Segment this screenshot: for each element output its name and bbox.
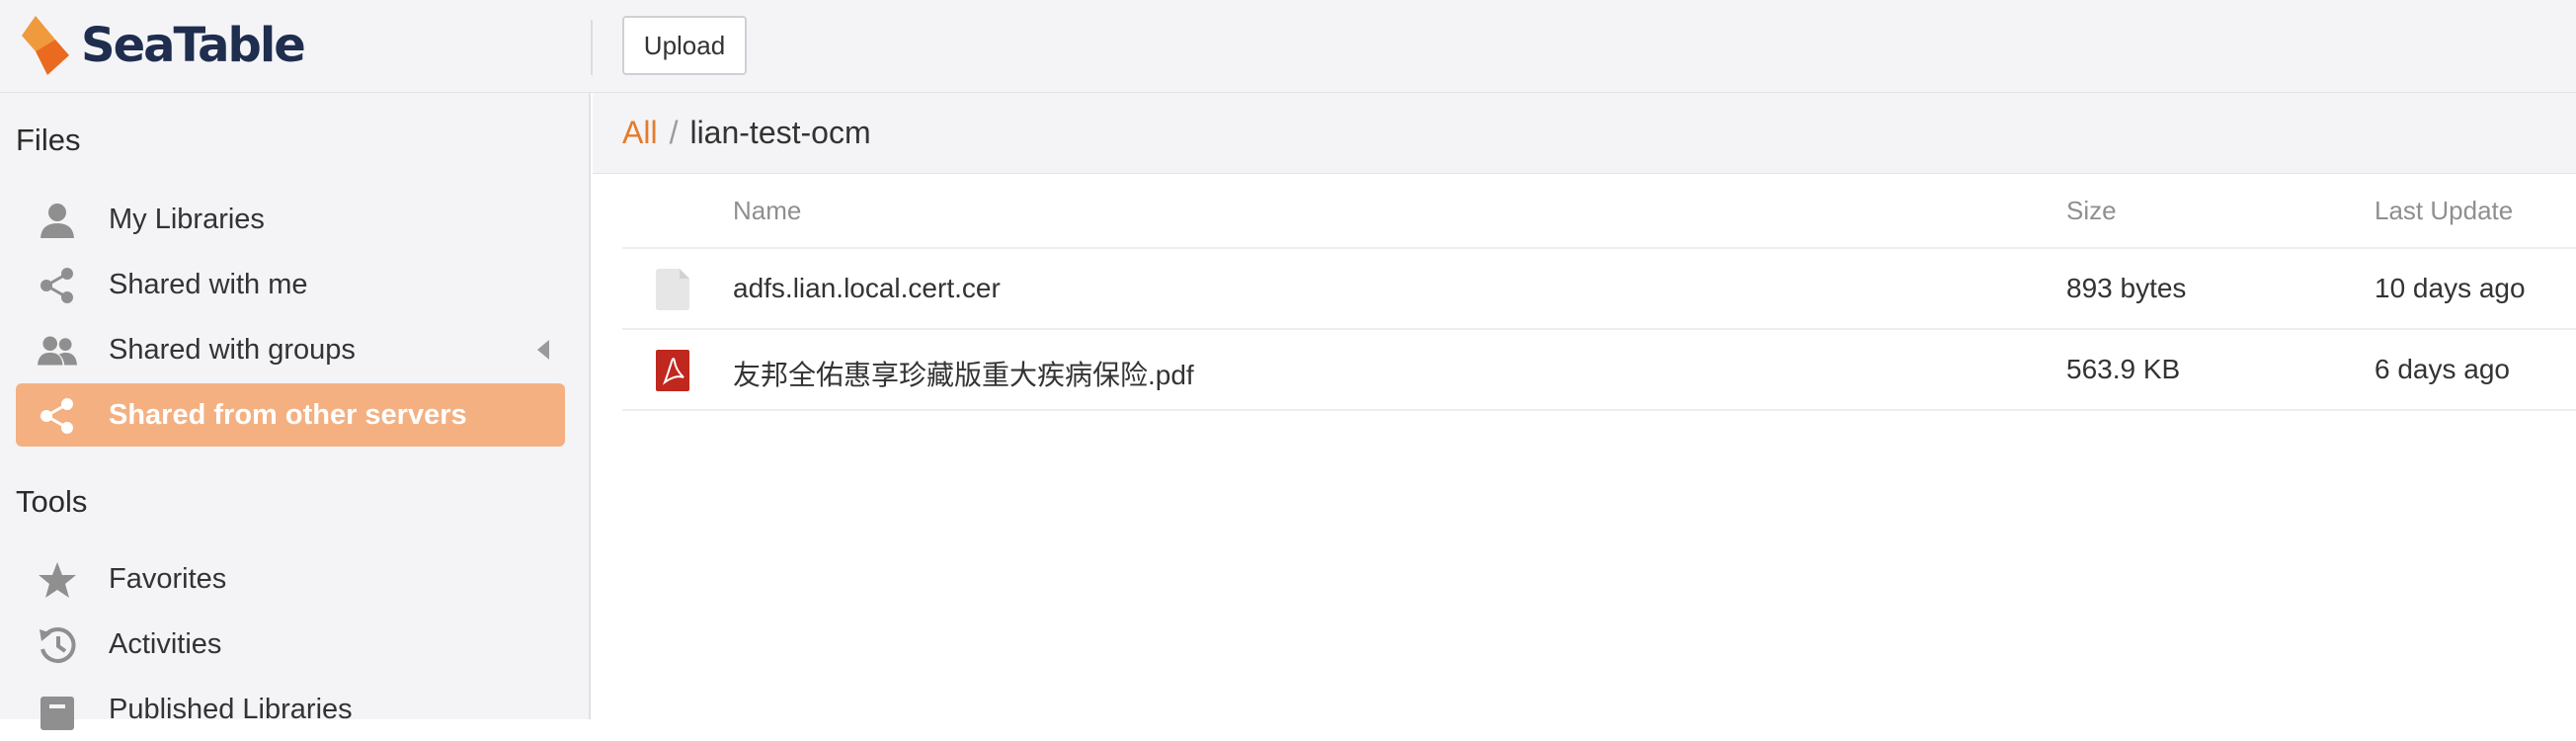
breadcrumb-separator: / [669,115,679,150]
files-heading: Files [16,123,81,157]
breadcrumb: All / lian-test-ocm [593,93,2576,174]
book-icon [40,697,74,730]
file-table: Name Size Last Update adfs.lian.local.ce… [622,174,2576,411]
seatable-logo-icon [22,16,69,75]
share-icon [40,268,73,303]
upload-button[interactable]: Upload [622,16,747,75]
file-name-link[interactable]: 友邦全佑惠享珍藏版重大疾病保险.pdf [733,354,1194,393]
file-size: 563.9 KB [2066,354,2181,384]
history-icon [40,627,76,663]
sidebar-item-label: Favorites [109,562,227,595]
main-content: All / lian-test-ocm Name Size Last Updat… [593,93,2576,719]
sidebar-item-favorites[interactable]: Favorites [16,547,565,611]
sidebar-item-published-libraries[interactable]: Published Libraries [16,678,565,741]
app-logo[interactable]: SeaTable [22,12,306,79]
file-icon [656,269,689,310]
app-name: SeaTable [81,18,306,73]
file-size: 893 bytes [2066,273,2187,303]
sidebar-item-label: Shared from other servers [109,398,467,431]
sidebar-item-activities[interactable]: Activities [16,613,565,676]
file-last-update: 6 days ago [2375,354,2510,384]
file-last-update: 10 days ago [2375,273,2526,303]
top-header: SeaTable Upload [0,0,2576,93]
table-header-row: Name Size Last Update [622,174,2576,249]
column-header-last-update[interactable]: Last Update [2375,196,2513,226]
sidebar-item-shared-with-me[interactable]: Shared with me [16,253,565,316]
tools-heading: Tools [16,484,88,519]
sidebar-item-label: My Libraries [109,203,265,235]
sidebar-item-label: Shared with groups [109,333,356,366]
user-icon [40,204,74,238]
sidebar: Files My Libraries Shared with me Shared… [0,93,591,730]
header-divider [591,20,593,75]
sidebar-item-shared-with-groups[interactable]: Shared with groups [16,318,565,381]
sidebar-item-label: Shared with me [109,268,308,300]
column-header-size[interactable]: Size [2066,196,2117,226]
table-row[interactable]: 友邦全佑惠享珍藏版重大疾病保险.pdf 563.9 KB 6 days ago [622,330,2576,411]
sidebar-item-label: Activities [109,627,222,660]
breadcrumb-root-link[interactable]: All [622,115,658,151]
pdf-icon [656,350,689,391]
sidebar-item-shared-from-other-servers[interactable]: Shared from other servers [16,383,565,447]
caret-left-icon[interactable] [537,340,551,360]
group-icon [38,336,77,366]
breadcrumb-current: lian-test-ocm [689,115,871,150]
share-icon [40,398,73,434]
sidebar-item-my-libraries[interactable]: My Libraries [16,188,565,251]
sidebar-item-label: Published Libraries [109,693,353,725]
star-icon [39,562,76,598]
file-name-link[interactable]: adfs.lian.local.cert.cer [733,273,1001,304]
column-header-name[interactable]: Name [733,196,801,226]
table-row[interactable]: adfs.lian.local.cert.cer 893 bytes 10 da… [622,249,2576,330]
